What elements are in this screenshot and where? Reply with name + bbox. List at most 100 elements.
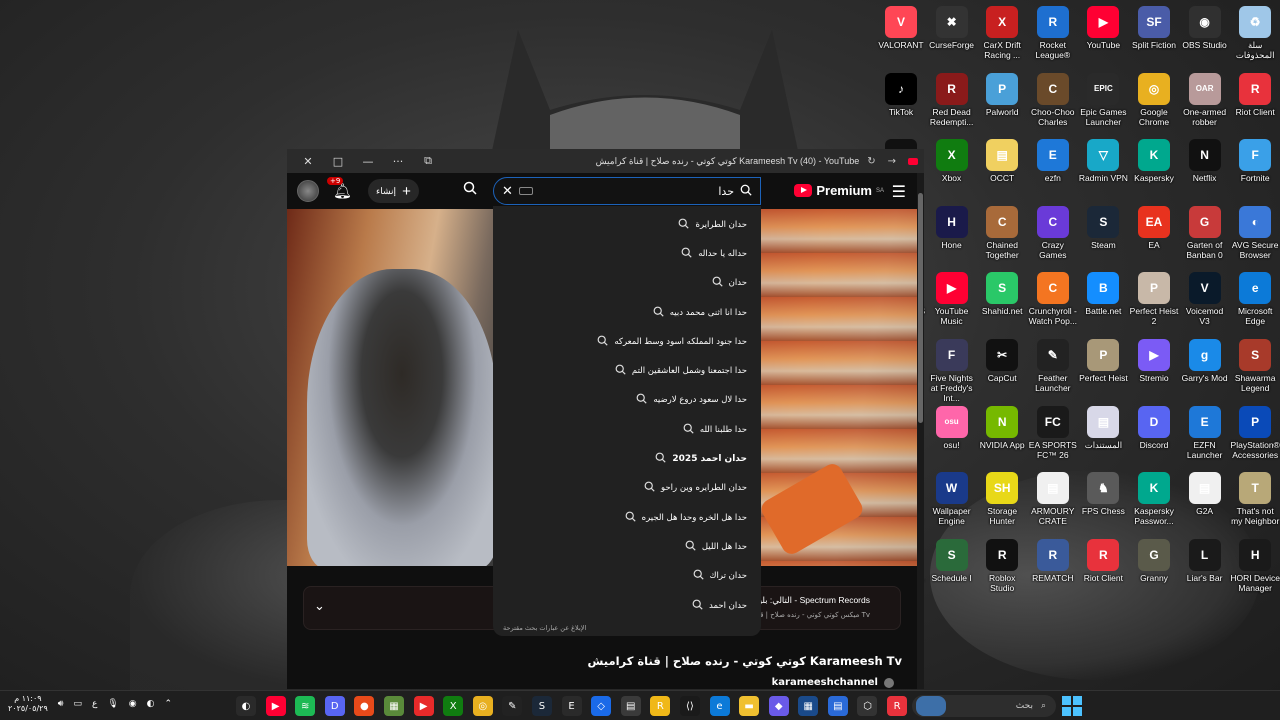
taskbar-search[interactable]: بحث ⌕ — [912, 695, 1056, 717]
desktop-icon[interactable]: R Riot Client — [1230, 69, 1280, 117]
desktop-icon[interactable]: F Five Nights at Freddy's Int... — [927, 335, 977, 403]
search-suggestion[interactable]: حدان احمد 2025 — [493, 444, 761, 473]
desktop-icon[interactable]: L Liar's Bar — [1180, 535, 1230, 583]
desktop-icon[interactable]: EA EA — [1129, 202, 1179, 250]
search-suggestion[interactable]: حدا انا اثنى محمد دبيه — [493, 298, 761, 327]
rockstar-app-icon[interactable]: R — [650, 696, 671, 716]
desktop-icon[interactable]: R Roblox Studio — [977, 535, 1027, 593]
chrome-app-icon[interactable]: ◎ — [472, 696, 493, 716]
search-input[interactable] — [538, 184, 734, 198]
desktop-icon[interactable]: ▶ Stremio — [1129, 335, 1179, 383]
discord-app-icon[interactable]: D — [324, 696, 345, 716]
desktop-icon[interactable]: C Crunchyroll - Watch Pop... — [1028, 268, 1078, 326]
desktop-icon[interactable]: ✖ CurseForge — [927, 2, 977, 50]
keyboard-icon[interactable] — [518, 187, 533, 195]
capcut-app-icon[interactable]: ✎ — [502, 696, 523, 716]
desktop-icon[interactable]: ▤ ARMOURY CRATE — [1028, 468, 1078, 526]
app-14-icon[interactable]: ▤ — [620, 696, 641, 716]
search-suggestion[interactable]: حدا لال سعود دروع لارضيه — [493, 386, 761, 415]
search-suggestion[interactable]: حدا طلبنا الله — [493, 415, 761, 444]
search-suggestion[interactable]: حداله يا حداله — [493, 239, 761, 268]
forward-icon[interactable]: → — [888, 156, 896, 167]
desktop-icon[interactable]: OAR One-armed robber — [1180, 69, 1230, 127]
desktop-icon[interactable]: W Wallpaper Engine — [927, 468, 977, 526]
microphone-icon[interactable]: 🎙︎ — [107, 699, 118, 709]
desktop-icon[interactable]: C Chained Together — [977, 202, 1027, 260]
xbox-app-icon[interactable]: X — [443, 696, 464, 716]
desktop-icon[interactable]: osu osu! — [927, 402, 977, 450]
desktop-icon[interactable]: T That's not my Neighbor — [1230, 468, 1280, 526]
app-13-icon[interactable]: ◇ — [591, 696, 612, 716]
search-suggestion[interactable]: حدان احمد — [493, 591, 761, 620]
search-suggestion[interactable]: حدان تراك — [493, 562, 761, 591]
desktop-icon[interactable]: F Fortnite — [1230, 135, 1280, 183]
tray-app-icon[interactable]: ◉ — [129, 699, 137, 709]
desktop-icon[interactable]: FC EA SPORTS FC™ 26 — [1028, 402, 1078, 460]
desktop-icon[interactable]: H HORI Device Manager — [1230, 535, 1280, 593]
game-app-icon[interactable]: ● — [354, 696, 375, 716]
clear-search-icon[interactable]: ✕ — [502, 184, 513, 199]
app-22-icon[interactable]: ⬡ — [857, 696, 878, 716]
desktop-icon[interactable]: H Hone — [927, 202, 977, 250]
desktop-icon[interactable]: ▤ OCCT — [977, 135, 1027, 183]
desktop-icon[interactable]: e Microsoft Edge — [1230, 268, 1280, 326]
channel-name[interactable]: karameeshchannel — [772, 677, 878, 688]
desktop-icon[interactable]: N NVIDIA App — [977, 402, 1027, 450]
desktop-icon[interactable]: EPIC Epic Games Launcher — [1078, 69, 1128, 127]
tray-app2-icon[interactable]: ◐ — [147, 699, 155, 709]
desktop-icon[interactable]: N Netflix — [1180, 135, 1230, 183]
report-suggestions-link[interactable]: الإبلاغ عن عبارات بحث مقترحة — [503, 624, 586, 632]
desktop-icon[interactable]: P Perfect Heist 2 — [1129, 268, 1179, 326]
search-suggestion[interactable]: حدا اجتمعنا وشمل العاشقين التم — [493, 356, 761, 385]
desktop-icon[interactable]: K Kaspersky Passwor... — [1129, 468, 1179, 526]
desktop-icon[interactable]: R Rocket League® — [1028, 2, 1078, 60]
clock[interactable]: ١١:٠٩ م ٢٠٢٥/٠٥/٢٩ — [8, 694, 48, 714]
network-icon[interactable]: ▭ — [73, 699, 82, 709]
desktop-icon[interactable]: ▶ YouTube — [1078, 2, 1128, 50]
desktop-icon[interactable]: P Palworld — [977, 69, 1027, 117]
close-icon[interactable]: ✕ — [293, 155, 323, 168]
riot-app-icon[interactable]: R — [887, 696, 908, 716]
desktop-icon[interactable]: ◉ OBS Studio — [1180, 2, 1230, 50]
desktop-icon[interactable]: C Crazy Games — [1028, 202, 1078, 260]
desktop-icon[interactable]: S Shahid.net — [977, 268, 1027, 316]
desktop-icon[interactable]: ♞ FPS Chess — [1078, 468, 1128, 516]
desktop-icon[interactable]: ◎ Google Chrome — [1129, 69, 1179, 127]
desktop-icon[interactable]: ♻ سلة المحذوفات — [1230, 2, 1280, 60]
vscode-app-icon[interactable]: ⟨⟩ — [679, 696, 700, 716]
desktop-icon[interactable]: G Garten of Banban 0 — [1180, 202, 1230, 260]
desktop-icon[interactable]: P PlayStation® Accessories — [1230, 402, 1280, 460]
search-suggestion[interactable]: حدان الطرايره وين راحو — [493, 474, 761, 503]
more-options-icon[interactable]: ··· — [383, 155, 413, 168]
channel-row[interactable]: karameeshchannel — [772, 677, 894, 688]
create-button[interactable]: إنشاء + — [368, 179, 419, 203]
desktop-icon[interactable]: P Perfect Heist — [1078, 335, 1128, 383]
notifications-button[interactable]: 🔔︎ +9 — [327, 177, 352, 200]
split-view-icon[interactable]: ⧉ — [413, 154, 443, 168]
desktop-icon[interactable]: g Garry's Mod — [1180, 335, 1230, 383]
desktop-icon[interactable]: D Discord — [1129, 402, 1179, 450]
search-suggestion[interactable]: حدان — [493, 269, 761, 298]
youtube-premium-logo[interactable]: Premium SA — [794, 183, 884, 198]
desktop-icon[interactable]: S Shawarma Legend — [1230, 335, 1280, 393]
epic-app-icon[interactable]: E — [561, 696, 582, 716]
desktop-icon[interactable]: S Steam — [1078, 202, 1128, 250]
start-button[interactable] — [1062, 696, 1082, 716]
chevron-down-icon[interactable]: ⌄ — [314, 599, 325, 614]
page-scrollbar[interactable] — [917, 173, 924, 689]
search-button[interactable] — [459, 181, 481, 203]
desktop-icon[interactable]: ▤ G2A — [1180, 468, 1230, 516]
desktop-icon[interactable]: ◐ AVG Secure Browser — [1230, 202, 1280, 260]
search-suggestion[interactable]: حدا هل الخره وحدا هل الجيره — [493, 503, 761, 532]
desktop-icon[interactable]: X Xbox — [927, 135, 977, 183]
desktop-icon[interactable]: R REMATCH — [1028, 535, 1078, 583]
desktop-icon[interactable]: SH Storage Hunter — [977, 468, 1027, 526]
language-indicator[interactable]: ع — [92, 699, 97, 709]
desktop-icon[interactable]: C Choo-Choo Charles — [1028, 69, 1078, 127]
app-20-icon[interactable]: ▦ — [798, 696, 819, 716]
spotify-app-icon[interactable]: ≋ — [295, 696, 316, 716]
scrollbar-thumb[interactable] — [918, 193, 923, 423]
edge-app-icon[interactable]: e — [709, 696, 730, 716]
refresh-icon[interactable]: ↻ — [867, 156, 875, 167]
volume-icon[interactable]: 🔊︎ — [58, 699, 64, 709]
